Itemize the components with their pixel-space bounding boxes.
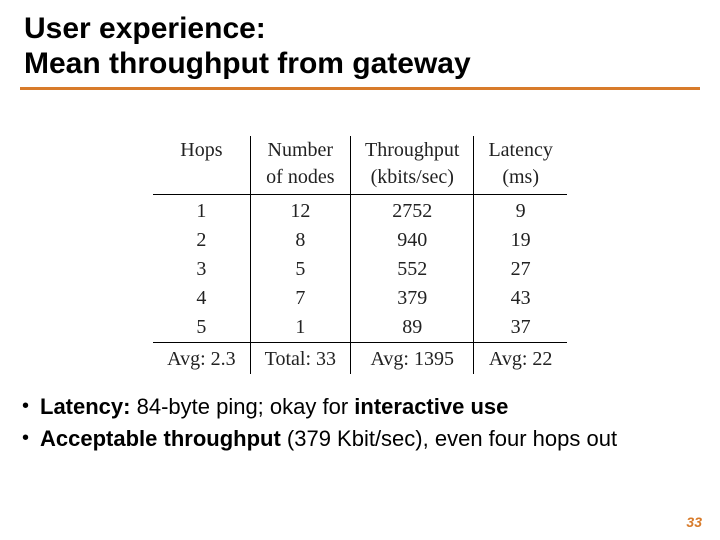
cell-throughput: 89 — [351, 313, 474, 343]
slide-title: User experience: Mean throughput from ga… — [0, 0, 720, 81]
bullet-mid: 84-byte ping; okay for — [130, 394, 354, 419]
cell-hops: 3 — [153, 255, 250, 284]
cell-nodes: 5 — [250, 255, 350, 284]
throughput-table-wrap: Hops Number Throughput Latency of nodes … — [0, 136, 720, 374]
bullet-item: • Acceptable throughput (379 Kbit/sec), … — [22, 424, 660, 454]
bullet-strong-a: Acceptable throughput — [40, 426, 281, 451]
cell-nodes: 8 — [250, 226, 350, 255]
table-row: 1 12 2752 9 — [153, 195, 567, 227]
cell-nodes: 7 — [250, 284, 350, 313]
cell-throughput: 552 — [351, 255, 474, 284]
cell-throughput: 2752 — [351, 195, 474, 227]
footer-nodes: Total: 33 — [250, 343, 350, 375]
col-header-throughput-l1: Throughput — [351, 136, 474, 165]
bullet-icon: • — [22, 424, 40, 452]
table-row: 4 7 379 43 — [153, 284, 567, 313]
page-number: 33 — [686, 514, 702, 530]
col-header-hops: Hops — [153, 136, 250, 165]
cell-latency: 9 — [474, 195, 567, 227]
col-header-nodes-l1: Number — [250, 136, 350, 165]
cell-throughput: 940 — [351, 226, 474, 255]
col-header-nodes-l2: of nodes — [250, 165, 350, 195]
cell-latency: 27 — [474, 255, 567, 284]
col-header-throughput-l2: (kbits/sec) — [351, 165, 474, 195]
cell-hops: 5 — [153, 313, 250, 343]
title-divider — [20, 87, 700, 90]
bullet-strong-b: interactive use — [354, 394, 508, 419]
cell-hops: 4 — [153, 284, 250, 313]
col-header-hops-sub — [153, 165, 250, 195]
title-line-2: Mean throughput from gateway — [24, 47, 720, 82]
col-header-latency-l2: (ms) — [474, 165, 567, 195]
cell-latency: 43 — [474, 284, 567, 313]
cell-nodes: 1 — [250, 313, 350, 343]
cell-latency: 37 — [474, 313, 567, 343]
throughput-table: Hops Number Throughput Latency of nodes … — [153, 136, 567, 374]
col-header-latency-l1: Latency — [474, 136, 567, 165]
bullet-strong-a: Latency: — [40, 394, 130, 419]
table-row: 5 1 89 37 — [153, 313, 567, 343]
footer-latency: Avg: 22 — [474, 343, 567, 375]
table-footer-row: Avg: 2.3 Total: 33 Avg: 1395 Avg: 22 — [153, 343, 567, 375]
cell-latency: 19 — [474, 226, 567, 255]
bullet-text: Acceptable throughput (379 Kbit/sec), ev… — [40, 424, 660, 454]
title-line-1: User experience: — [24, 12, 720, 47]
cell-hops: 2 — [153, 226, 250, 255]
table-row: 2 8 940 19 — [153, 226, 567, 255]
cell-hops: 1 — [153, 195, 250, 227]
bullet-item: • Latency: 84-byte ping; okay for intera… — [22, 392, 660, 422]
table-row: 3 5 552 27 — [153, 255, 567, 284]
cell-throughput: 379 — [351, 284, 474, 313]
bullet-rest: (379 Kbit/sec), even four hops out — [281, 426, 617, 451]
footer-hops: Avg: 2.3 — [153, 343, 250, 375]
footer-throughput: Avg: 1395 — [351, 343, 474, 375]
cell-nodes: 12 — [250, 195, 350, 227]
bullet-icon: • — [22, 392, 40, 420]
bullet-list: • Latency: 84-byte ping; okay for intera… — [22, 392, 660, 455]
bullet-text: Latency: 84-byte ping; okay for interact… — [40, 392, 660, 422]
